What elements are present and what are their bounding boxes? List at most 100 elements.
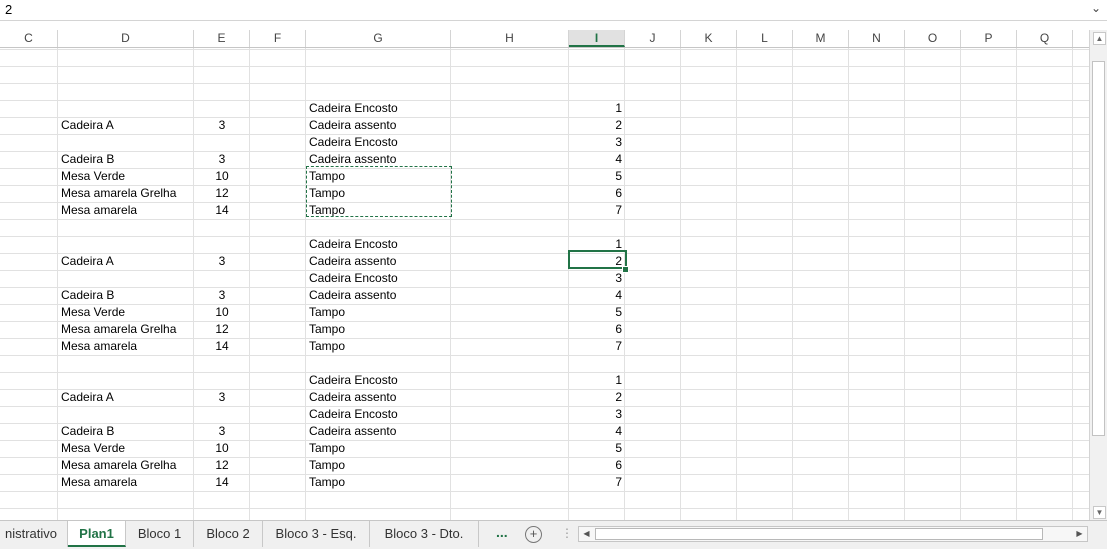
part-number-cell[interactable]: 4 xyxy=(569,423,625,440)
part-name-cell[interactable]: Cadeira Encosto xyxy=(306,100,451,117)
item-qty-cell[interactable]: 14 xyxy=(194,202,250,219)
sheet-tab[interactable]: Bloco 1 xyxy=(126,521,194,547)
scroll-down-arrow-icon[interactable]: ▼ xyxy=(1093,506,1106,519)
item-name-cell[interactable]: Mesa amarela xyxy=(58,338,194,355)
item-qty-cell[interactable]: 3 xyxy=(194,253,250,270)
part-name-cell[interactable]: Tampo xyxy=(306,304,451,321)
column-header-l[interactable]: L xyxy=(737,30,793,47)
part-number-cell[interactable]: 1 xyxy=(569,100,625,117)
part-name-cell[interactable]: Cadeira assento xyxy=(306,287,451,304)
part-name-cell[interactable]: Cadeira assento xyxy=(306,151,451,168)
item-qty-cell[interactable]: 3 xyxy=(194,117,250,134)
column-header-h[interactable]: H xyxy=(451,30,569,47)
column-header-d[interactable]: D xyxy=(58,30,194,47)
part-name-cell[interactable]: Cadeira assento xyxy=(306,389,451,406)
item-name-cell[interactable]: Cadeira A xyxy=(58,117,194,134)
sheet-tab[interactable]: Bloco 3 - Esq. xyxy=(263,521,370,547)
item-name-cell[interactable]: Cadeira B xyxy=(58,151,194,168)
horizontal-scrollbar[interactable]: ◀ ▶ xyxy=(578,526,1088,542)
item-qty-cell[interactable]: 12 xyxy=(194,185,250,202)
column-header-e[interactable]: E xyxy=(194,30,250,47)
column-header-j[interactable]: J xyxy=(625,30,681,47)
spreadsheet-grid[interactable]: Cadeira A 3 Cadeira B 3 Mesa Verde 10 Mesa ama… xyxy=(0,48,1089,520)
sheet-tab[interactable]: Plan1 xyxy=(68,521,126,547)
part-name-cell[interactable]: Cadeira assento xyxy=(306,253,451,270)
scroll-left-arrow-icon[interactable]: ◀ xyxy=(581,528,592,540)
item-qty-cell[interactable]: 12 xyxy=(194,321,250,338)
item-qty-cell[interactable]: 14 xyxy=(194,474,250,491)
item-qty-cell[interactable]: 10 xyxy=(194,304,250,321)
column-header-c[interactable]: C xyxy=(0,30,58,47)
scroll-right-arrow-icon[interactable]: ▶ xyxy=(1074,528,1085,540)
item-name-cell[interactable]: Mesa amarela xyxy=(58,474,194,491)
part-number-cell[interactable]: 2 xyxy=(569,117,625,134)
part-number-cell[interactable]: 5 xyxy=(569,440,625,457)
formula-bar-value[interactable]: 2 xyxy=(5,2,12,17)
part-number-cell[interactable]: 3 xyxy=(569,134,625,151)
column-header-g[interactable]: G xyxy=(306,30,451,47)
part-name-cell[interactable]: Tampo xyxy=(306,321,451,338)
item-name-cell[interactable]: Mesa Verde xyxy=(58,168,194,185)
part-name-cell[interactable]: Tampo xyxy=(306,457,451,474)
item-name-cell[interactable]: Mesa amarela Grelha xyxy=(58,185,194,202)
part-number-cell[interactable]: 1 xyxy=(569,372,625,389)
part-name-cell[interactable]: Cadeira assento xyxy=(306,423,451,440)
item-name-cell[interactable]: Cadeira B xyxy=(58,423,194,440)
item-qty-cell[interactable]: 3 xyxy=(194,287,250,304)
column-header-p[interactable]: P xyxy=(961,30,1017,47)
item-name-cell[interactable]: Mesa amarela Grelha xyxy=(58,321,194,338)
sheet-tab[interactable]: nistrativo xyxy=(0,521,68,547)
part-number-cell[interactable]: 2 xyxy=(569,389,625,406)
item-name-cell[interactable]: Mesa Verde xyxy=(58,440,194,457)
item-qty-cell[interactable]: 3 xyxy=(194,151,250,168)
part-number-cell[interactable]: 5 xyxy=(569,168,625,185)
item-qty-cell[interactable]: 14 xyxy=(194,338,250,355)
active-cell-border[interactable] xyxy=(568,250,627,269)
part-number-cell[interactable]: 6 xyxy=(569,457,625,474)
vertical-scroll-thumb[interactable] xyxy=(1092,61,1105,436)
part-name-cell[interactable]: Cadeira assento xyxy=(306,117,451,134)
item-qty-cell[interactable]: 12 xyxy=(194,457,250,474)
column-header-o[interactable]: O xyxy=(905,30,961,47)
horizontal-scroll-thumb[interactable] xyxy=(595,528,1043,540)
part-name-cell[interactable]: Cadeira Encosto xyxy=(306,236,451,253)
column-header-f[interactable]: F xyxy=(250,30,306,47)
column-header-i[interactable]: I xyxy=(569,30,625,47)
part-name-cell[interactable]: Cadeira Encosto xyxy=(306,270,451,287)
part-name-cell[interactable]: Tampo xyxy=(306,202,451,219)
item-qty-cell[interactable]: 10 xyxy=(194,168,250,185)
part-number-cell[interactable]: 5 xyxy=(569,304,625,321)
more-sheets-button[interactable]: ... xyxy=(496,524,508,540)
part-name-cell[interactable]: Tampo xyxy=(306,474,451,491)
chevron-down-icon[interactable]: ⌄ xyxy=(1091,1,1101,15)
part-name-cell[interactable]: Tampo xyxy=(306,440,451,457)
item-name-cell[interactable]: Cadeira A xyxy=(58,253,194,270)
item-name-cell[interactable]: Cadeira A xyxy=(58,389,194,406)
column-header-m[interactable]: M xyxy=(793,30,849,47)
part-number-cell[interactable]: 6 xyxy=(569,185,625,202)
item-qty-cell[interactable]: 10 xyxy=(194,440,250,457)
vertical-scrollbar[interactable]: ▲ ▼ xyxy=(1089,30,1107,520)
part-number-cell[interactable]: 7 xyxy=(569,202,625,219)
part-number-cell[interactable]: 3 xyxy=(569,406,625,423)
item-name-cell[interactable]: Mesa amarela xyxy=(58,202,194,219)
item-name-cell[interactable]: Mesa amarela Grelha xyxy=(58,457,194,474)
item-name-cell[interactable]: Cadeira B xyxy=(58,287,194,304)
column-header-q[interactable]: Q xyxy=(1017,30,1073,47)
sheet-tab[interactable]: Bloco 2 xyxy=(194,521,263,547)
part-number-cell[interactable]: 4 xyxy=(569,151,625,168)
column-header-k[interactable]: K xyxy=(681,30,737,47)
item-qty-cell[interactable]: 3 xyxy=(194,423,250,440)
part-name-cell[interactable]: Tampo xyxy=(306,338,451,355)
part-name-cell[interactable]: Tampo xyxy=(306,185,451,202)
part-name-cell[interactable]: Cadeira Encosto xyxy=(306,406,451,423)
part-number-cell[interactable]: 6 xyxy=(569,321,625,338)
sheet-tab[interactable]: Bloco 3 - Dto. xyxy=(370,521,479,547)
item-name-cell[interactable]: Mesa Verde xyxy=(58,304,194,321)
part-name-cell[interactable]: Cadeira Encosto xyxy=(306,134,451,151)
part-name-cell[interactable]: Cadeira Encosto xyxy=(306,372,451,389)
part-number-cell[interactable]: 3 xyxy=(569,270,625,287)
add-sheet-button[interactable]: + xyxy=(525,526,542,543)
scroll-up-arrow-icon[interactable]: ▲ xyxy=(1093,32,1106,45)
part-number-cell[interactable]: 4 xyxy=(569,287,625,304)
